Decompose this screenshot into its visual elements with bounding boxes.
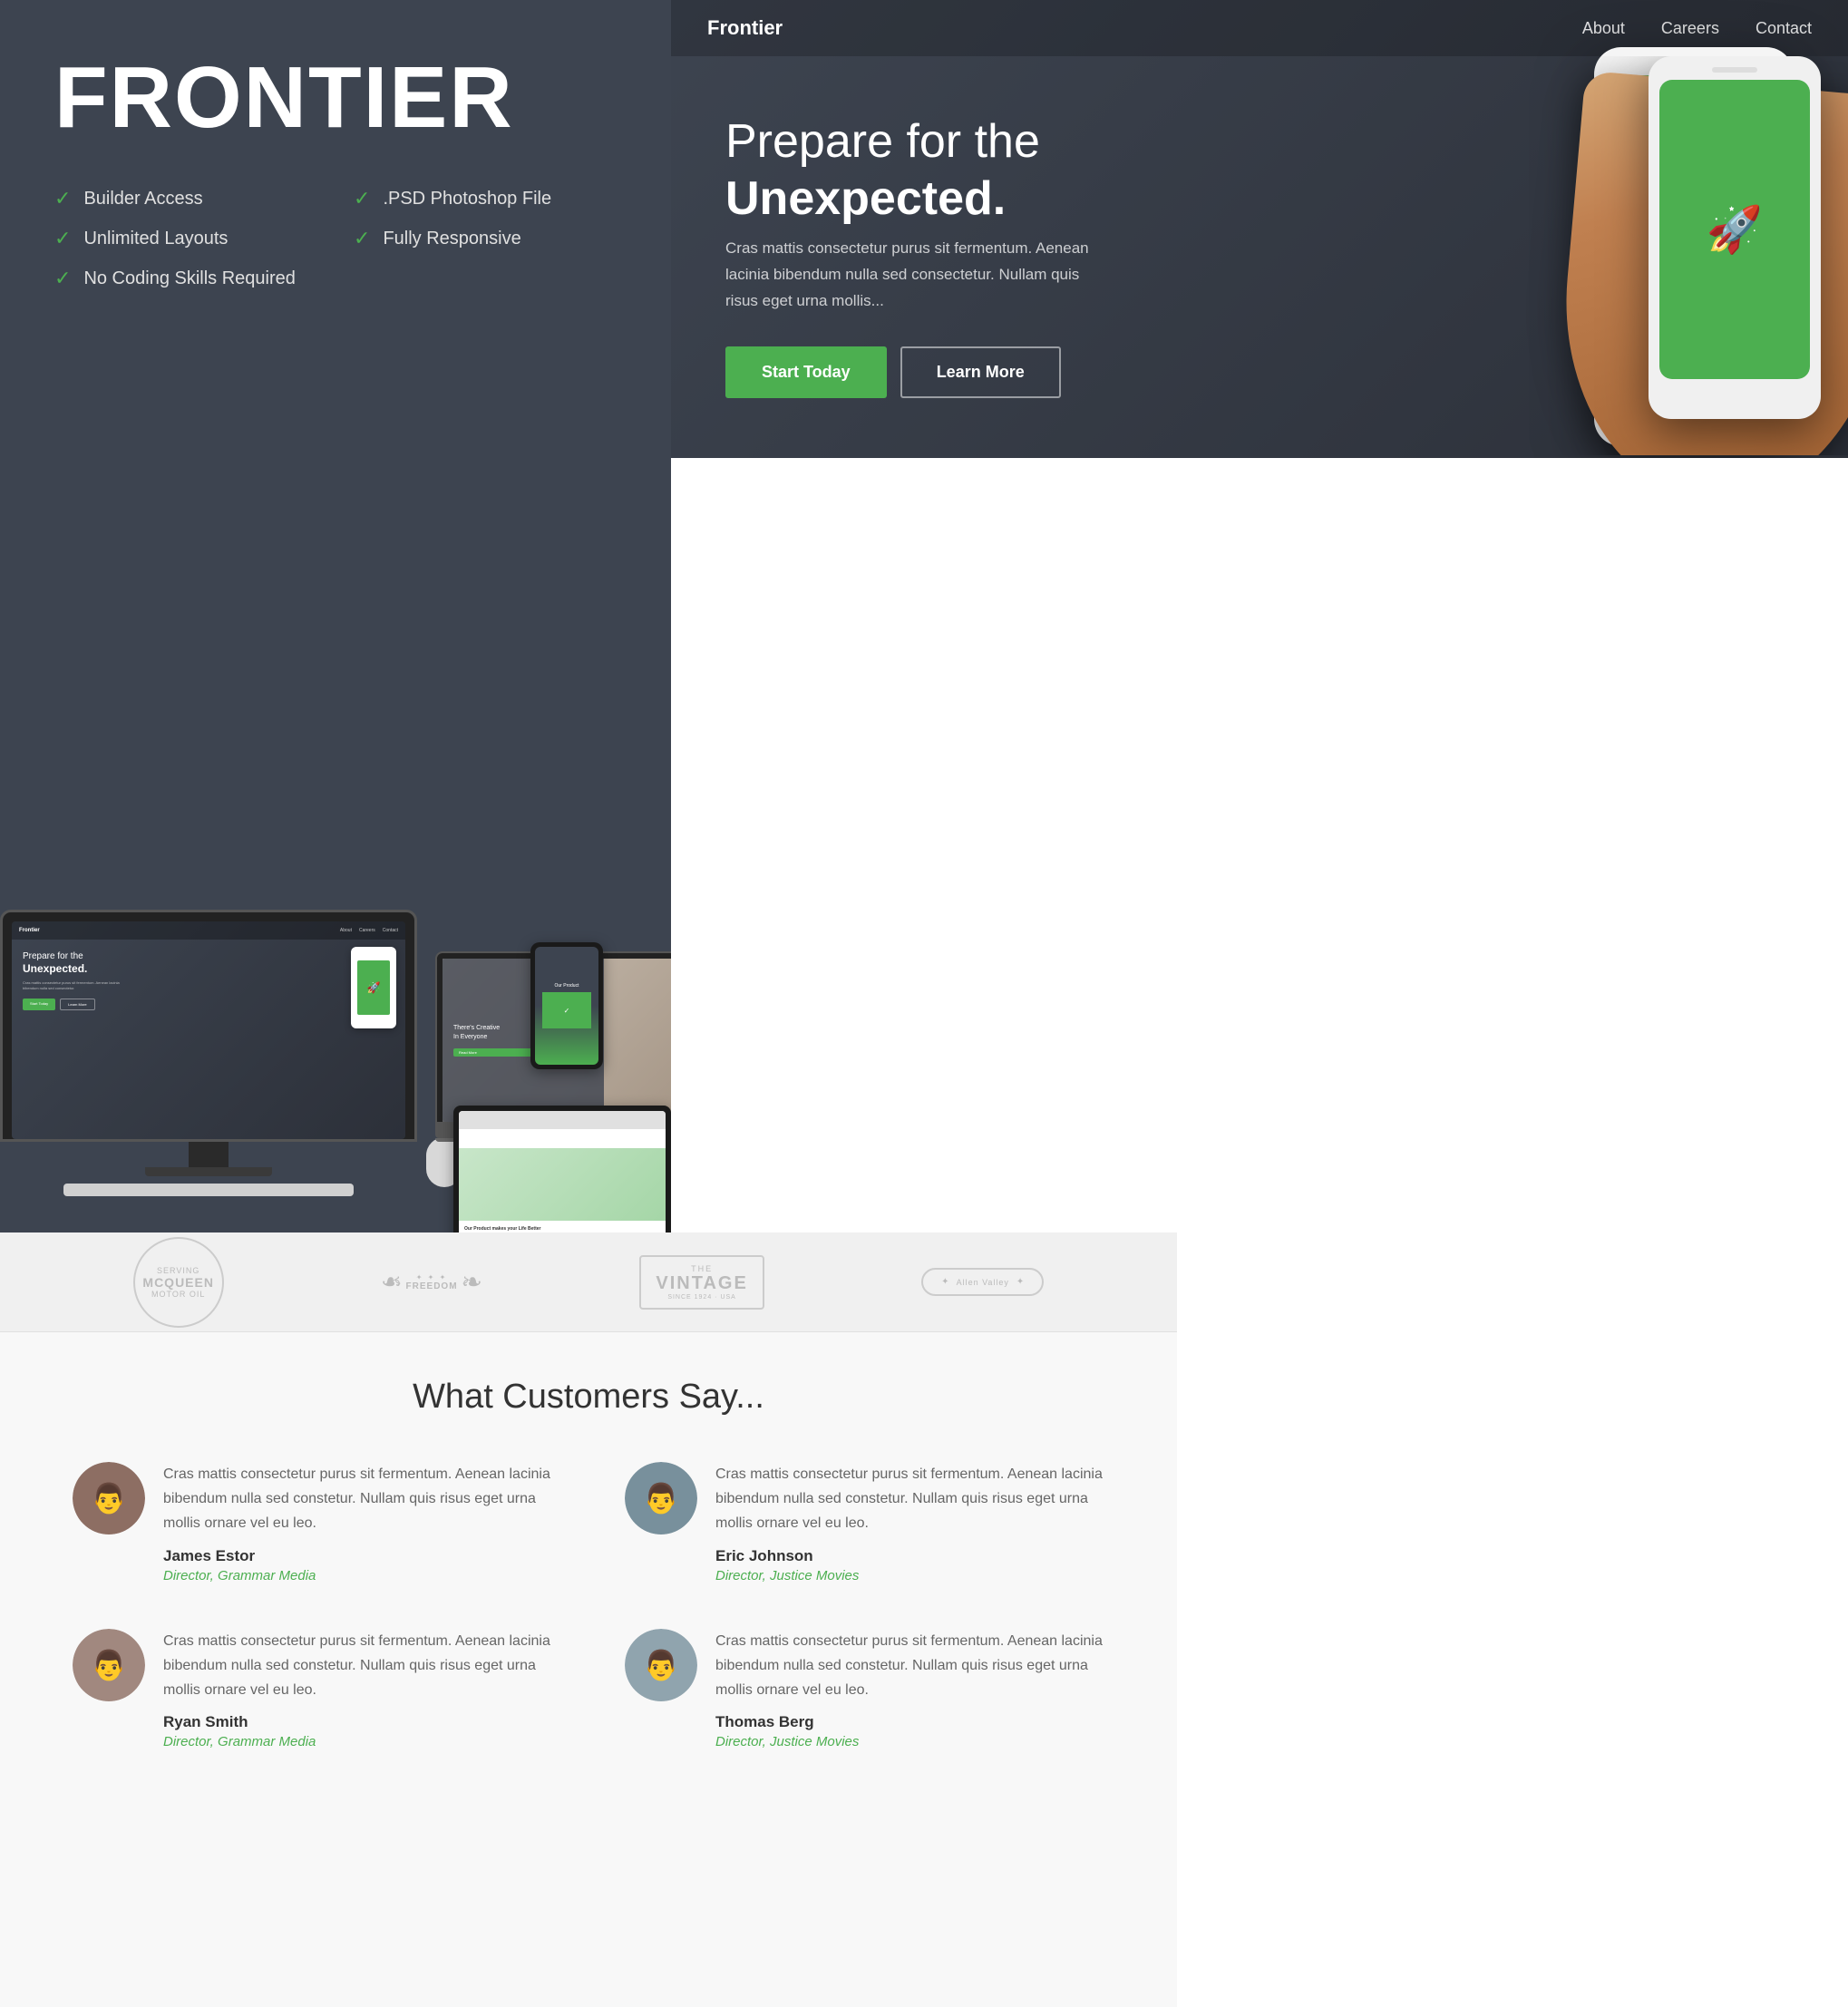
monitor-frame: Frontier About Careers Contact Prepare f… (0, 910, 417, 1142)
brand-title: FRONTIER (54, 54, 617, 141)
testimonial-name: Eric Johnson (715, 1547, 1104, 1565)
feature-item: ✓ Builder Access (54, 187, 317, 210)
site-logo: Frontier (707, 16, 783, 40)
feature-item: ✓ Unlimited Layouts (54, 227, 317, 250)
hero-title: Prepare for the Unexpected. (725, 113, 1179, 227)
brand-wings: ❧ ✦ ✦ ✦ FREEDOM ❧ (381, 1267, 482, 1297)
check-icon: ✓ (54, 267, 71, 290)
check-icon: ✓ (354, 227, 370, 250)
feature-text: Fully Responsive (383, 229, 520, 249)
testimonial-role: Director, Justice Movies (715, 1734, 1104, 1749)
nav-link-about[interactable]: About (1582, 19, 1625, 38)
start-today-button[interactable]: Start Today (725, 346, 887, 398)
hero-title-line2: Unexpected. (725, 170, 1179, 227)
testimonial-avatar: 👨 (625, 1462, 697, 1534)
testimonial-role: Director, Justice Movies (715, 1568, 1104, 1583)
hero-title-line1: Prepare for the (725, 115, 1040, 168)
testimonial-item: 👨 Cras mattis consectetur purus sit ferm… (625, 1629, 1104, 1750)
customers-title: What Customers Say... (73, 1378, 1104, 1417)
check-icon: ✓ (54, 187, 71, 210)
testimonial-name: Thomas Berg (715, 1713, 1104, 1731)
feature-text: No Coding Skills Required (83, 268, 295, 289)
hero-buttons: Start Today Learn More (725, 346, 1179, 398)
phone-small-mockup: Our Product ✓ (530, 942, 603, 1069)
testimonial-content: Cras mattis consectetur purus sit fermen… (163, 1629, 552, 1750)
right-top-panel: Frontier About Careers Contact Prepare f… (671, 0, 1848, 458)
testimonial-item: 👨 Cras mattis consectetur purus sit ferm… (625, 1462, 1104, 1583)
testimonial-text: Cras mattis consectetur purus sit fermen… (715, 1629, 1104, 1703)
right-bottom-panel: Serving McQueen Motor Oil ❧ ✦ ✦ ✦ FREEDO… (0, 1232, 1177, 2007)
feature-text: Unlimited Layouts (83, 229, 228, 249)
check-icon: ✓ (54, 227, 71, 250)
site-hero: Prepare for the Unexpected. Cras mattis … (671, 56, 1848, 455)
left-panel: FRONTIER ✓ Builder Access ✓ .PSD Photosh… (0, 0, 671, 1232)
brand-mcqueen: Serving McQueen Motor Oil (133, 1237, 224, 1328)
nav-links: About Careers Contact (1582, 19, 1812, 38)
feature-item: ✓ .PSD Photoshop File (354, 187, 617, 210)
tablet-mockup: Our Product makes your Life Better Lorem… (453, 1106, 671, 1232)
check-icon: ✓ (354, 187, 370, 210)
feature-item: ✓ No Coding Skills Required (54, 267, 317, 290)
hero-content: Prepare for the Unexpected. Cras mattis … (725, 113, 1179, 397)
testimonial-text: Cras mattis consectetur purus sit fermen… (163, 1462, 552, 1536)
feature-item: ✓ Fully Responsive (354, 227, 617, 250)
brand-vintage: The VINTAGE SINCE 1924 · USA (639, 1255, 764, 1310)
testimonial-item: 👨 Cras mattis consectetur purus sit ferm… (73, 1629, 552, 1750)
testimonial-text: Cras mattis consectetur purus sit fermen… (163, 1629, 552, 1703)
testimonial-avatar: 👨 (73, 1629, 145, 1701)
testimonial-content: Cras mattis consectetur purus sit fermen… (715, 1629, 1104, 1750)
customers-section: What Customers Say... 👨 Cras mattis cons… (0, 1332, 1177, 1795)
monitor-screen: Frontier About Careers Contact Prepare f… (12, 921, 405, 1139)
learn-more-button[interactable]: Learn More (900, 346, 1061, 398)
feature-text: .PSD Photoshop File (383, 189, 551, 209)
hero-description: Cras mattis consectetur purus sit fermen… (725, 236, 1106, 315)
testimonial-role: Director, Grammar Media (163, 1734, 552, 1749)
features-grid: ✓ Builder Access ✓ .PSD Photoshop File ✓… (54, 187, 617, 290)
testimonials-grid: 👨 Cras mattis consectetur purus sit ferm… (73, 1462, 1104, 1749)
brands-strip: Serving McQueen Motor Oil ❧ ✦ ✦ ✦ FREEDO… (0, 1232, 1177, 1332)
nav-link-contact[interactable]: Contact (1756, 19, 1812, 38)
hand-decoration: 🚀 (1503, 56, 1848, 455)
testimonial-name: Ryan Smith (163, 1713, 552, 1731)
devices-mockup: Frontier About Careers Contact Prepare f… (0, 507, 671, 1232)
nav-link-careers[interactable]: Careers (1661, 19, 1719, 38)
testimonial-content: Cras mattis consectetur purus sit fermen… (163, 1462, 552, 1583)
desktop-mockup: Frontier About Careers Contact Prepare f… (0, 910, 417, 1196)
feature-text: Builder Access (83, 189, 202, 209)
testimonial-role: Director, Grammar Media (163, 1568, 552, 1583)
testimonial-name: James Estor (163, 1547, 552, 1565)
testimonial-avatar: 👨 (625, 1629, 697, 1701)
testimonial-item: 👨 Cras mattis consectetur purus sit ferm… (73, 1462, 552, 1583)
testimonial-avatar: 👨 (73, 1462, 145, 1534)
brand-allen-valley: ✦ Allen Valley ✦ (921, 1268, 1044, 1296)
testimonial-content: Cras mattis consectetur purus sit fermen… (715, 1462, 1104, 1583)
testimonial-text: Cras mattis consectetur purus sit fermen… (715, 1462, 1104, 1536)
